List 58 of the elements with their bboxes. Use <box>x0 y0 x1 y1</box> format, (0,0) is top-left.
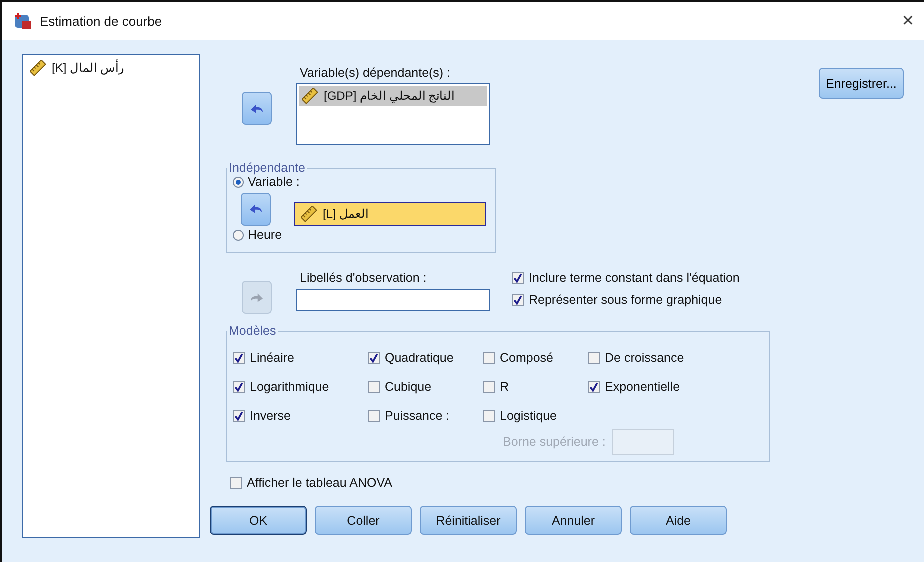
move-button[interactable] <box>241 192 271 226</box>
app-icon <box>14 12 32 30</box>
checkbox-label: Représenter sous forme graphique <box>529 293 722 307</box>
checkbox-label: Cubique <box>385 380 432 394</box>
checkbox[interactable] <box>230 477 242 489</box>
dialog-button[interactable]: Réinitialiser <box>420 506 517 535</box>
checkbox[interactable] <box>588 381 600 393</box>
input-field[interactable] <box>296 289 490 311</box>
ruler-icon <box>301 206 317 222</box>
checkbox-label: Logarithmique <box>250 380 330 394</box>
group-title: Indépendante <box>228 161 306 175</box>
dialog-button[interactable]: Coller <box>315 506 412 535</box>
checkbox-label: Inclure terme constant dans l'équation <box>529 271 740 285</box>
window-title: Estimation de courbe <box>40 14 164 28</box>
radio-button[interactable]: Variable : <box>233 175 300 189</box>
checkbox[interactable] <box>233 410 245 422</box>
ruler-icon <box>302 88 318 104</box>
checkbox[interactable] <box>588 352 600 364</box>
field-label: Libellés d'observation : <box>299 271 428 285</box>
ruler-icon <box>30 60 46 76</box>
dependent-list[interactable]: الناتج المحلي الخام [GDP] <box>296 83 490 145</box>
dialog-button[interactable]: OK <box>210 506 307 535</box>
checkbox[interactable] <box>483 381 495 393</box>
checkbox-label: Afficher le tableau ANOVA <box>247 476 392 490</box>
checkbox-label: Logistique <box>500 409 557 423</box>
checkbox[interactable] <box>483 410 495 422</box>
checkbox[interactable] <box>233 381 245 393</box>
group-title: Modèles <box>228 324 278 338</box>
checkbox-label: Exponentielle <box>605 380 680 394</box>
dialog-button[interactable]: Aide <box>630 506 727 535</box>
checkbox-label: Linéaire <box>250 351 294 365</box>
radio-button[interactable]: Heure <box>233 228 282 242</box>
arrow-icon <box>250 292 264 304</box>
checkbox-label: Quadratique <box>385 351 454 365</box>
arrow-icon <box>249 203 263 215</box>
checkbox[interactable] <box>512 272 524 284</box>
checkbox-label: Inverse <box>250 409 291 423</box>
checkbox[interactable] <box>233 352 245 364</box>
checkbox[interactable] <box>368 352 380 364</box>
field-label: Borne supérieure : <box>503 435 606 449</box>
checkbox-label: R <box>500 380 510 394</box>
dialog-button[interactable]: Annuler <box>525 506 622 535</box>
checkbox-label: Puissance : <box>385 409 450 423</box>
checkbox[interactable] <box>483 352 495 364</box>
save-button[interactable]: Enregistrer... <box>819 68 904 99</box>
list-item[interactable]: الناتج المحلي الخام [GDP] <box>299 86 487 106</box>
checkbox-label: Composé <box>500 351 554 365</box>
arrow-icon <box>250 102 264 114</box>
checkbox[interactable] <box>512 294 524 306</box>
checkbox[interactable] <box>368 381 380 393</box>
checkbox[interactable] <box>368 410 380 422</box>
list-item[interactable]: رأس المال [K] <box>27 58 195 78</box>
move-button[interactable] <box>242 92 272 125</box>
checkbox-label: De croissance <box>605 351 684 365</box>
field-label: Variable(s) dépendante(s) : <box>299 66 452 80</box>
variable-field[interactable]: العمل [L] <box>294 202 486 226</box>
close-button[interactable]: × <box>900 10 916 32</box>
variable-list[interactable]: رأس المال [K] <box>22 54 200 538</box>
